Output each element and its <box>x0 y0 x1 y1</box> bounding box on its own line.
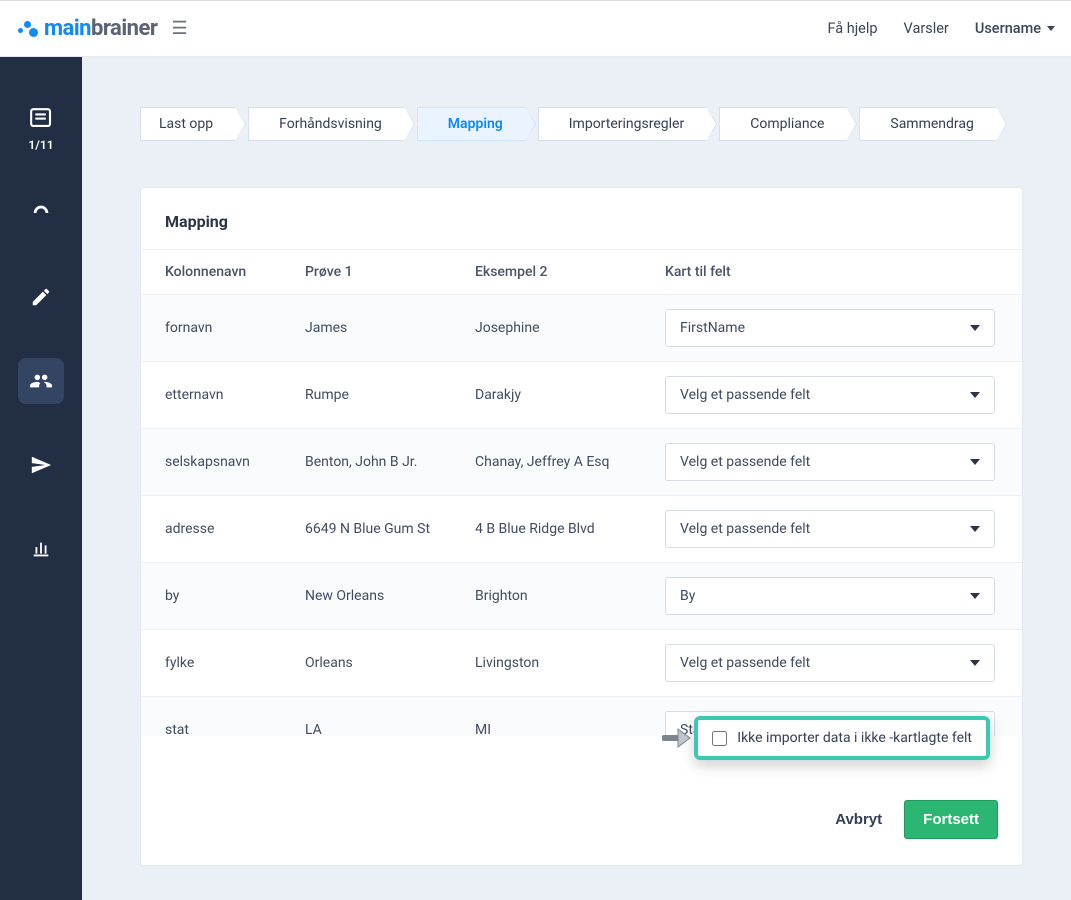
select-value: Velg et passende felt <box>680 655 810 671</box>
help-link[interactable]: Få hjelp <box>827 20 877 37</box>
continue-button[interactable]: Fortsett <box>904 800 998 839</box>
unmapped-checkbox-label[interactable]: Ikke importer data i ikke -kartlagte fel… <box>737 730 972 746</box>
col-header-sample1: Prøve 1 <box>305 264 475 280</box>
gauge-icon <box>30 202 52 224</box>
cell-column-name: selskapsnavn <box>165 454 305 470</box>
cell-sample2: Chanay, Jeffrey A Esq <box>475 454 665 470</box>
cell-sample1: 6649 N Blue Gum St <box>305 521 475 537</box>
chevron-down-icon <box>1047 26 1055 31</box>
cell-sample2: Josephine <box>475 320 665 336</box>
chevron-down-icon <box>970 459 980 465</box>
pencil-icon <box>30 286 52 308</box>
cell-column-name: stat <box>165 722 305 736</box>
mapping-card: Mapping Kolonnenavn Prøve 1 Eksempel 2 K… <box>140 187 1023 866</box>
cell-sample1: LA <box>305 722 475 736</box>
cell-column-name: by <box>165 588 305 604</box>
table-row: adresse6649 N Blue Gum St4 B Blue Ridge … <box>141 495 1022 562</box>
step-forh-ndsvisning[interactable]: Forhåndsvisning <box>248 107 405 141</box>
people-icon <box>30 370 52 392</box>
cell-sample2: Livingston <box>475 655 665 671</box>
sidebar-counter: 1/11 <box>28 138 53 152</box>
unmapped-checkbox-highlight: Ikke importer data i ikke -kartlagte fel… <box>694 716 990 760</box>
sidebar-item-dashboard[interactable] <box>18 190 64 236</box>
pointer-arrow-icon <box>662 726 692 750</box>
cell-sample2: 4 B Blue Ridge Blvd <box>475 521 665 537</box>
cell-sample1: Benton, John B Jr. <box>305 454 475 470</box>
map-field-select[interactable]: Velg et passende felt <box>665 510 995 548</box>
cell-sample2: MI <box>475 722 665 736</box>
step-sammendrag[interactable]: Sammendrag <box>859 107 996 141</box>
cell-sample1: New Orleans <box>305 588 475 604</box>
unmapped-checkbox[interactable] <box>712 731 727 746</box>
col-header-sample2: Eksempel 2 <box>475 264 665 280</box>
map-field-select[interactable]: Velg et passende felt <box>665 376 995 414</box>
select-value: By <box>680 588 695 604</box>
sidebar-item-send[interactable] <box>18 442 64 488</box>
table-body[interactable]: fornavnJamesJosephine FirstName etternavnR… <box>141 294 1022 736</box>
chevron-down-icon <box>970 392 980 398</box>
step-compliance[interactable]: Compliance <box>719 107 847 141</box>
cancel-button[interactable]: Avbryt <box>835 811 882 828</box>
select-value: Velg et passende felt <box>680 454 810 470</box>
logo-text-main: main <box>44 16 91 41</box>
user-dropdown[interactable]: Username <box>975 20 1055 37</box>
table-row: fornavnJamesJosephine FirstName <box>141 294 1022 361</box>
table-header-row: Kolonnenavn Prøve 1 Eksempel 2 Kart til … <box>141 250 1022 294</box>
map-field-select[interactable]: Velg et passende felt <box>665 443 995 481</box>
map-field-select[interactable]: FirstName <box>665 309 995 347</box>
step-last-opp[interactable]: Last opp <box>140 107 236 141</box>
paper-plane-icon <box>30 454 52 476</box>
logo-text-brainer: brainer <box>91 16 157 41</box>
cell-sample1: James <box>305 320 475 336</box>
sidebar: 1/11 <box>0 57 82 900</box>
map-field-select[interactable]: By <box>665 577 995 615</box>
chevron-down-icon <box>970 526 980 532</box>
cell-sample2: Brighton <box>475 588 665 604</box>
cell-sample1: Rumpe <box>305 387 475 403</box>
cell-sample1: Orleans <box>305 655 475 671</box>
sidebar-item-edit[interactable] <box>18 274 64 320</box>
chevron-down-icon <box>970 660 980 666</box>
select-value: FirstName <box>680 320 745 336</box>
chart-icon <box>30 538 52 560</box>
brand-logo[interactable]: mainbrainer <box>16 16 157 41</box>
table-row: fylkeOrleansLivingston Velg et passende f… <box>141 629 1022 696</box>
select-value: Velg et passende felt <box>680 521 810 537</box>
topbar: mainbrainer ☰ Få hjelp Varsler Username <box>0 1 1071 57</box>
map-field-select[interactable]: Velg et passende felt <box>665 644 995 682</box>
chevron-down-icon <box>970 325 980 331</box>
step-importeringsregler[interactable]: Importeringsregler <box>538 107 707 141</box>
sidebar-item-contacts[interactable] <box>18 358 64 404</box>
content-area: Last opp Forhåndsvisning Mapping Importerin… <box>82 57 1071 900</box>
step-mapping[interactable]: Mapping <box>417 107 526 141</box>
menu-toggle-icon[interactable]: ☰ <box>171 18 187 39</box>
list-icon <box>28 105 53 130</box>
sidebar-item-overview[interactable]: 1/11 <box>28 105 53 152</box>
logo-dots-icon <box>16 18 38 40</box>
wizard-steps: Last opp Forhåndsvisning Mapping Importerin… <box>140 107 1023 141</box>
cell-column-name: etternavn <box>165 387 305 403</box>
table-row: etternavnRumpeDarakjy Velg et passende fe… <box>141 361 1022 428</box>
chevron-down-icon <box>970 593 980 599</box>
cell-column-name: fylke <box>165 655 305 671</box>
username-label: Username <box>975 20 1041 37</box>
sidebar-item-analytics[interactable] <box>18 526 64 572</box>
select-value: Velg et passende felt <box>680 387 810 403</box>
alerts-link[interactable]: Varsler <box>904 20 949 37</box>
cell-column-name: fornavn <box>165 320 305 336</box>
table-row: selskapsnavnBenton, John B Jr.Chanay, Je… <box>141 428 1022 495</box>
cell-sample2: Darakjy <box>475 387 665 403</box>
col-header-name: Kolonnenavn <box>165 264 305 280</box>
cell-column-name: adresse <box>165 521 305 537</box>
table-row: byNew OrleansBrighton By <box>141 562 1022 629</box>
col-header-map: Kart til felt <box>665 264 998 280</box>
card-title: Mapping <box>141 188 1022 249</box>
